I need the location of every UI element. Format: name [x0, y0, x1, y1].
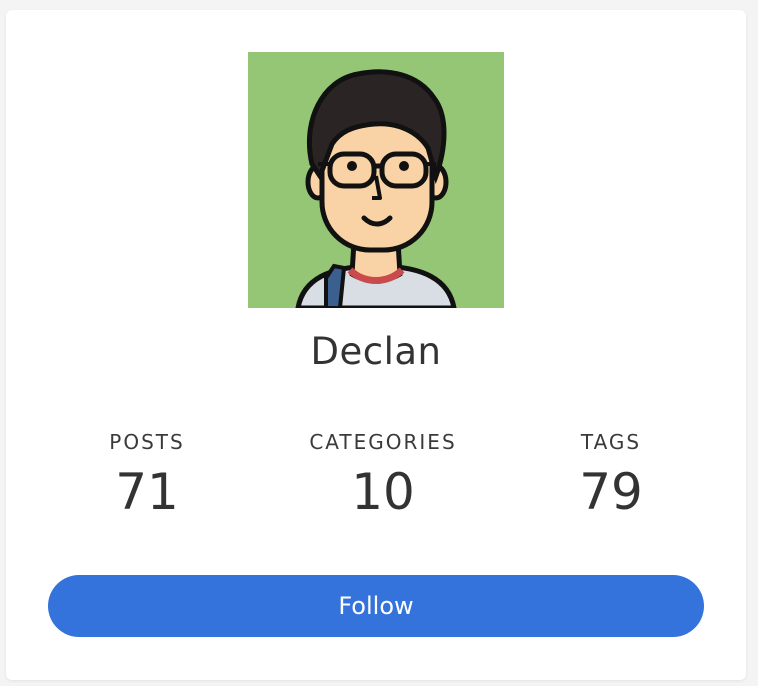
stat-tags-label: TAGS [580, 430, 642, 454]
profile-card: Declan POSTS 71 CATEGORIES 10 TAGS 79 Fo… [6, 10, 746, 680]
stat-tags-value: 79 [579, 463, 643, 521]
stat-posts-value: 71 [115, 463, 179, 521]
profile-name: Declan [310, 330, 442, 373]
stat-posts-label: POSTS [109, 430, 185, 454]
stat-tags[interactable]: TAGS 79 [526, 430, 696, 522]
avatar [248, 52, 504, 308]
stat-posts[interactable]: POSTS 71 [62, 430, 232, 522]
avatar-illustration-icon [295, 69, 457, 308]
stat-categories[interactable]: CATEGORIES 10 [288, 430, 478, 522]
stat-categories-value: 10 [351, 463, 415, 521]
stat-categories-label: CATEGORIES [309, 430, 457, 454]
follow-button[interactable]: Follow [48, 575, 704, 637]
